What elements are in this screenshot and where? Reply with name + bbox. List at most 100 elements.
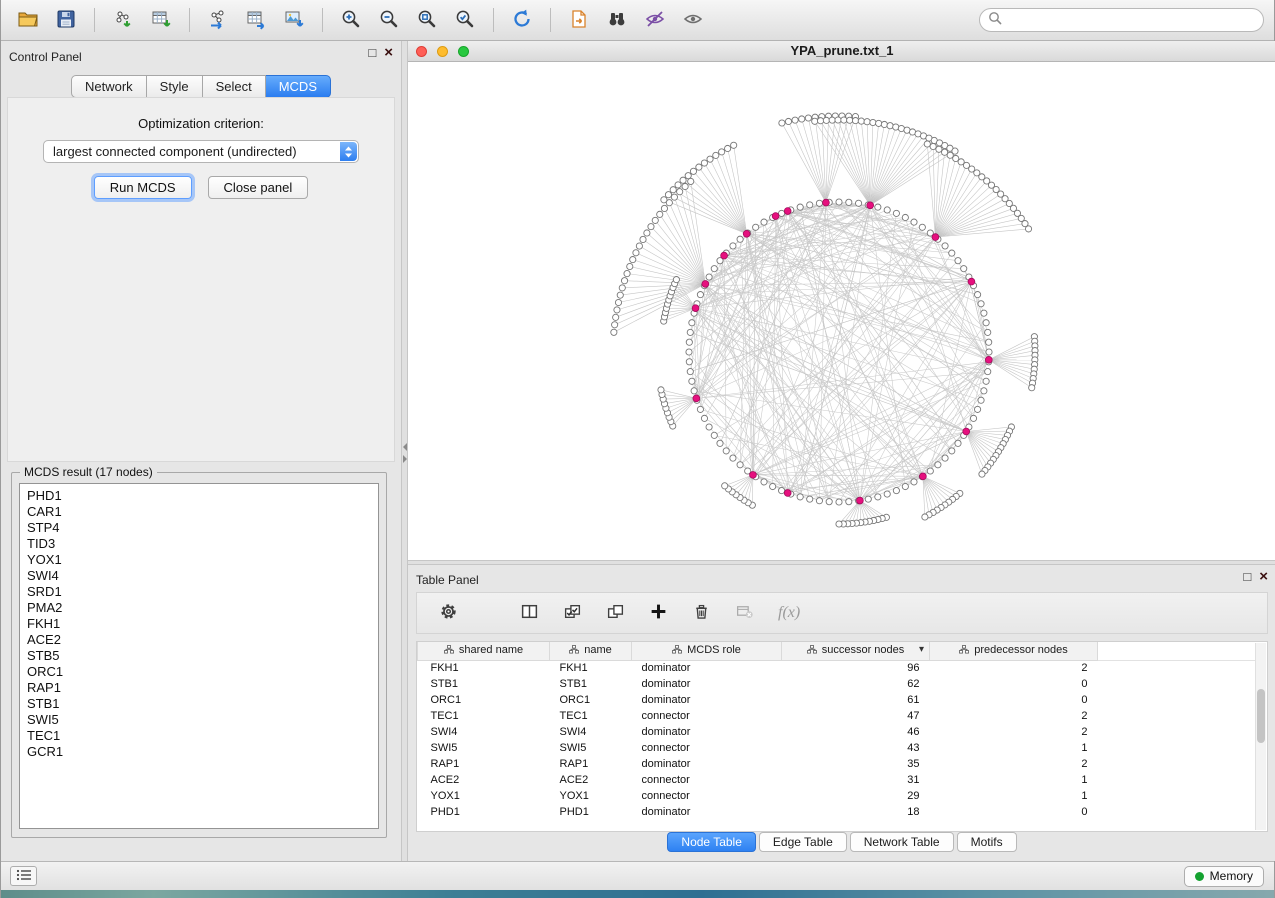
table-cell: 29 — [782, 788, 930, 804]
table-cell: 96 — [782, 660, 930, 676]
result-item[interactable]: GCR1 — [27, 744, 378, 760]
search-input[interactable] — [1007, 13, 1255, 27]
table-row[interactable]: TEC1TEC1connector472 — [418, 708, 1258, 724]
result-item[interactable]: SRD1 — [27, 584, 378, 600]
close-panel-icon[interactable]: × — [384, 46, 393, 60]
zoom-fit-button[interactable] — [410, 5, 444, 35]
table-row[interactable]: ORC1ORC1dominator610 — [418, 692, 1258, 708]
column-header-predecessor-nodes[interactable]: predecessor nodes — [930, 642, 1098, 660]
splitter-handle-icon[interactable] — [402, 443, 407, 465]
column-header-name[interactable]: name — [550, 642, 632, 660]
column-header-mcds-role[interactable]: MCDS role — [632, 642, 782, 660]
table-cell: 2 — [930, 724, 1098, 740]
result-item[interactable]: PHD1 — [27, 488, 378, 504]
zoom-selected-button[interactable] — [448, 5, 482, 35]
show-columns-button[interactable] — [518, 600, 541, 626]
control-panel-title: Control Panel — [9, 50, 82, 64]
save-session-button[interactable] — [49, 5, 83, 35]
tab-mcds[interactable]: MCDS — [266, 75, 331, 98]
table-scrollbar[interactable] — [1255, 643, 1266, 830]
table-row[interactable]: YOX1YOX1connector291 — [418, 788, 1258, 804]
tab-node-table[interactable]: Node Table — [667, 832, 756, 852]
scrollbar-thumb[interactable] — [1257, 689, 1265, 743]
table-row[interactable]: PHD1PHD1dominator180 — [418, 804, 1258, 820]
import-network-button[interactable] — [106, 5, 140, 35]
table-row[interactable]: SWI5SWI5connector431 — [418, 740, 1258, 756]
table-row[interactable]: SWI4SWI4dominator462 — [418, 724, 1258, 740]
share-document-button[interactable] — [562, 5, 596, 35]
export-network-button[interactable] — [201, 5, 235, 35]
import-table-button[interactable] — [144, 5, 178, 35]
column-header-successor-nodes[interactable]: successor nodes▾ — [782, 642, 930, 660]
result-item[interactable]: FKH1 — [27, 616, 378, 632]
tab-style[interactable]: Style — [147, 75, 203, 98]
open-session-button[interactable] — [11, 5, 45, 35]
export-image-button[interactable] — [277, 5, 311, 35]
result-item[interactable]: STB5 — [27, 648, 378, 664]
result-item[interactable]: ORC1 — [27, 664, 378, 680]
task-history-button[interactable] — [10, 866, 37, 886]
vertical-splitter[interactable] — [401, 41, 408, 861]
control-panel-header: Control Panel □ × — [1, 41, 401, 67]
result-item[interactable]: ACE2 — [27, 632, 378, 648]
close-window-icon[interactable] — [416, 46, 427, 57]
run-mcds-button[interactable]: Run MCDS — [94, 176, 192, 199]
result-item[interactable]: RAP1 — [27, 680, 378, 696]
column-header-shared-name[interactable]: shared name — [418, 642, 550, 660]
network-canvas[interactable] — [408, 62, 1275, 560]
table-row[interactable]: RAP1RAP1dominator352 — [418, 756, 1258, 772]
table-settings-button[interactable] — [437, 600, 460, 626]
result-item[interactable]: SWI4 — [27, 568, 378, 584]
unselect-all-button[interactable] — [604, 600, 627, 626]
result-item[interactable]: YOX1 — [27, 552, 378, 568]
table-cell: connector — [632, 708, 782, 724]
zoom-out-button[interactable] — [372, 5, 406, 35]
close-panel-button[interactable]: Close panel — [208, 176, 309, 199]
network-graph[interactable] — [408, 62, 1275, 560]
tab-network[interactable]: Network — [71, 75, 147, 98]
sort-chevron-icon: ▾ — [919, 644, 924, 655]
tab-network-table[interactable]: Network Table — [850, 832, 954, 852]
result-item[interactable]: TEC1 — [27, 728, 378, 744]
export-table-button[interactable] — [239, 5, 273, 35]
toolbar-separator — [189, 8, 190, 32]
network-window-titlebar[interactable]: YPA_prune.txt_1 — [408, 41, 1275, 62]
hide-graphics-button[interactable] — [638, 5, 672, 35]
toolbar-separator — [493, 8, 494, 32]
delete-column-button[interactable] — [690, 600, 713, 626]
show-graphics-button[interactable] — [676, 5, 710, 35]
result-item[interactable]: SWI5 — [27, 712, 378, 728]
mcds-result-list[interactable]: PHD1CAR1STP4TID3YOX1SWI4SRD1PMA2FKH1ACE2… — [19, 483, 379, 829]
memory-button[interactable]: Memory — [1184, 866, 1264, 887]
table-row[interactable]: STB1STB1dominator620 — [418, 676, 1258, 692]
float-panel-icon[interactable]: □ — [368, 46, 376, 60]
clear-table-button[interactable] — [733, 600, 756, 626]
maximize-window-icon[interactable] — [458, 46, 469, 57]
result-item[interactable]: STP4 — [27, 520, 378, 536]
add-column-button[interactable] — [647, 600, 670, 626]
function-builder-button[interactable]: f(x) — [776, 602, 802, 624]
refresh-button[interactable] — [505, 5, 539, 35]
table-cell: STB1 — [418, 676, 550, 692]
node-table: shared namenameMCDS rolesuccessor nodes▾… — [417, 642, 1258, 820]
tab-select[interactable]: Select — [203, 75, 266, 98]
table-cell-filler — [1098, 708, 1258, 724]
select-all-button[interactable] — [561, 600, 584, 626]
table-row[interactable]: ACE2ACE2connector311 — [418, 772, 1258, 788]
tab-edge-table[interactable]: Edge Table — [759, 832, 847, 852]
zoom-in-button[interactable] — [334, 5, 368, 35]
minimize-window-icon[interactable] — [437, 46, 448, 57]
search-box[interactable] — [979, 8, 1264, 32]
tab-motifs[interactable]: Motifs — [957, 832, 1017, 852]
open-folder-icon — [17, 8, 39, 33]
criterion-select[interactable]: largest connected component (undirected) — [43, 140, 359, 163]
result-item[interactable]: CAR1 — [27, 504, 378, 520]
result-item[interactable]: TID3 — [27, 536, 378, 552]
search-network-button[interactable] — [600, 5, 634, 35]
result-item[interactable]: PMA2 — [27, 600, 378, 616]
float-table-panel-icon[interactable]: □ — [1243, 570, 1251, 584]
close-table-panel-icon[interactable]: × — [1259, 570, 1268, 584]
table-panel: Table Panel □ × f(x) shared namenameMCDS… — [408, 565, 1275, 861]
result-item[interactable]: STB1 — [27, 696, 378, 712]
table-row[interactable]: FKH1FKH1dominator962 — [418, 660, 1258, 676]
